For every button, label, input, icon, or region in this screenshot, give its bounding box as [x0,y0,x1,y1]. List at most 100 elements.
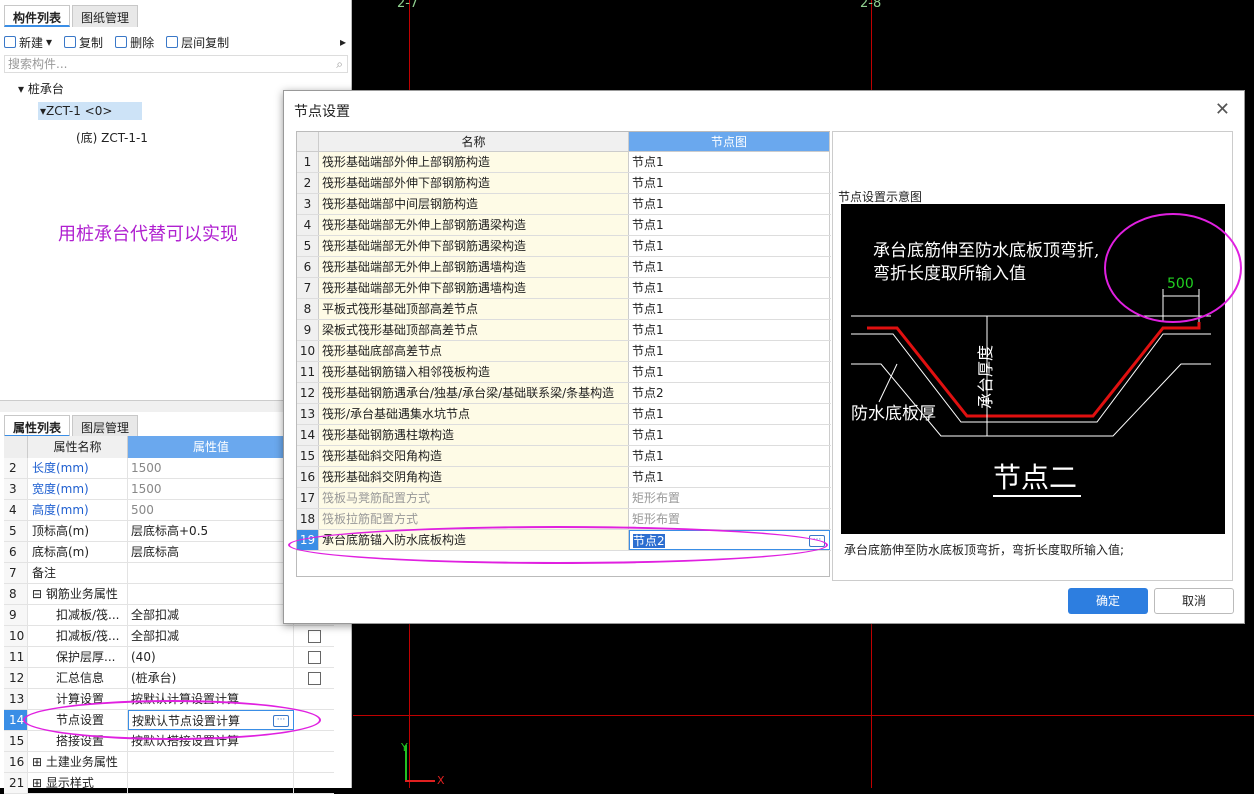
node-value[interactable]: 节点1 [629,257,830,277]
tab-drawing-management[interactable]: 图纸管理 [72,5,139,27]
property-row[interactable]: 11 保护层厚... (40) [4,647,334,668]
property-row[interactable]: 21 ⊞ 显示样式 [4,773,334,794]
node-value[interactable]: 节点1 [629,194,830,214]
tree-child-zct1-1[interactable]: (底) ZCT-1-1 [76,129,148,146]
property-value[interactable]: 500 [128,500,294,520]
component-search-input[interactable]: 搜索构件... ⌕ [4,55,348,73]
node-value[interactable]: 节点1 [629,467,830,487]
tree-root[interactable]: ▾ 桩承台 [18,80,64,97]
component-tabs: 构件列表 图纸管理 [4,5,140,27]
node-value[interactable]: 节点1 [629,299,830,319]
property-name: 备注 [28,563,128,583]
preview-label: 节点设置示意图 [838,190,923,204]
property-value[interactable]: 层底标高+0.5 [128,521,294,541]
property-value[interactable] [128,584,294,604]
node-value[interactable]: 矩形布置 [629,488,830,508]
node-value[interactable]: 节点1 [629,173,830,193]
tab-component-list[interactable]: 构件列表 [4,5,71,27]
property-value[interactable]: 全部扣减 [128,605,294,625]
node-value[interactable]: 节点1 [629,320,830,340]
node-row[interactable]: 1 筏形基础端部外伸上部钢筋构造 节点1 [297,152,831,173]
property-value[interactable] [128,752,294,772]
new-button[interactable]: 新建 ▾ [4,34,52,51]
node-row[interactable]: 7 筏形基础端部无外伸下部钢筋遇墙构造 节点1 [297,278,831,299]
node-name: 筏板马凳筋配置方式 [319,488,629,508]
property-value[interactable]: (桩承台) [128,668,294,688]
node-row[interactable]: 4 筏形基础端部无外伸上部钢筋遇梁构造 节点1 [297,215,831,236]
node-row[interactable]: 16 筏形基础斜交阴角构造 节点1 [297,467,831,488]
slab-label: 防水底板厚 [851,404,936,424]
property-value[interactable] [128,563,294,583]
row-number: 4 [297,215,319,235]
cancel-button[interactable]: 取消 [1154,588,1234,614]
node-name: 筏形/承台基础遇集水坑节点 [319,404,629,424]
row-number: 13 [297,404,319,424]
node-row[interactable]: 10 筏形基础底部高差节点 节点1 [297,341,831,362]
node-value[interactable]: 节点1 [629,278,830,298]
node-row[interactable]: 9 梁板式筏形基础顶部高差节点 节点1 [297,320,831,341]
rebar-line [867,322,1201,418]
property-name: ⊞ 土建业务属性 [28,752,128,772]
delete-button[interactable]: 删除 [115,34,154,51]
node-value[interactable]: 节点1 [629,425,830,445]
node-row[interactable]: 15 筏形基础斜交阳角构造 节点1 [297,446,831,467]
row-number: 8 [4,584,28,604]
node-row[interactable]: 6 筏形基础端部无外伸上部钢筋遇墙构造 节点1 [297,257,831,278]
node-row[interactable]: 17 筏板马凳筋配置方式 矩形布置 [297,488,831,509]
annotation-text: 用桩承台代替可以实现 [58,224,238,245]
property-name: 宽度(mm) [28,479,128,499]
node-value[interactable]: 节点1 [629,215,830,235]
node-name: 筏形基础端部无外伸上部钢筋遇墙构造 [319,257,629,277]
node-row[interactable]: 2 筏形基础端部外伸下部钢筋构造 节点1 [297,173,831,194]
node-value[interactable]: 节点1 [629,362,830,382]
row-number: 5 [297,236,319,256]
property-row[interactable]: 16 ⊞ 土建业务属性 [4,752,334,773]
node-name: 梁板式筏形基础顶部高差节点 [319,320,629,340]
row-number: 1 [297,152,319,172]
row-number: 15 [297,446,319,466]
node-row[interactable]: 8 平板式筏形基础顶部高差节点 节点1 [297,299,831,320]
row-number: 11 [297,362,319,382]
attach-checkbox[interactable] [307,629,321,643]
row-number: 16 [297,467,319,487]
floor-copy-button[interactable]: 层间复制 [166,34,229,51]
node-value[interactable]: 矩形布置 [629,509,830,529]
node-value[interactable]: 节点1 [629,152,830,172]
attach-checkbox[interactable] [307,671,321,685]
property-value[interactable]: 1500 [128,479,294,499]
node-value[interactable]: 节点1 [629,236,830,256]
tree-item-zct1[interactable]: ▾ZCT-1 <0> [38,102,143,120]
node-value[interactable]: 节点1 [629,446,830,466]
node-value[interactable]: 节点1 [629,404,830,424]
property-name: 保护层厚... [28,647,128,667]
more-button[interactable]: ▸ [340,35,346,49]
diagram-caption-2: 弯折长度取所输入值 [873,264,1026,284]
tab-layer-management[interactable]: 图层管理 [72,415,139,437]
property-row[interactable]: 12 汇总信息 (桩承台) [4,668,334,689]
node-row[interactable]: 13 筏形/承台基础遇集水坑节点 节点1 [297,404,831,425]
property-value[interactable]: 层底标高 [128,542,294,562]
x-axis-label: X [437,774,445,787]
property-value[interactable]: (40) [128,647,294,667]
property-value[interactable]: 1500 [128,458,294,478]
node-row[interactable]: 5 筏形基础端部无外伸下部钢筋遇梁构造 节点1 [297,236,831,257]
row-number: 2 [4,458,28,478]
node-row[interactable]: 14 筏形基础钢筋遇柱墩构造 节点1 [297,425,831,446]
attach-checkbox[interactable] [307,650,321,664]
node-row[interactable]: 3 筏形基础端部中间层钢筋构造 节点1 [297,194,831,215]
node-value[interactable]: 节点1 [629,341,830,361]
property-value[interactable]: 全部扣减 [128,626,294,646]
property-row[interactable]: 10 扣减板/筏... 全部扣减 [4,626,334,647]
node-row[interactable]: 11 筏形基础钢筋锚入相邻筏板构造 节点1 [297,362,831,383]
node-row[interactable]: 12 筏形基础钢筋遇承台/独基/承台梁/基础联系梁/条基构造 节点2 [297,383,831,404]
property-name: ⊞ 显示样式 [28,773,128,793]
search-icon: ⌕ [336,57,343,71]
close-icon[interactable]: ✕ [1215,99,1230,120]
property-value[interactable] [128,773,294,793]
tab-property-list[interactable]: 属性列表 [4,415,71,437]
copy-button[interactable]: 复制 [64,34,103,51]
property-name: 长度(mm) [28,458,128,478]
node-value[interactable]: 节点2 [629,383,830,403]
axis-label-2-8: 2-8 [860,0,882,11]
ok-button[interactable]: 确定 [1068,588,1148,614]
